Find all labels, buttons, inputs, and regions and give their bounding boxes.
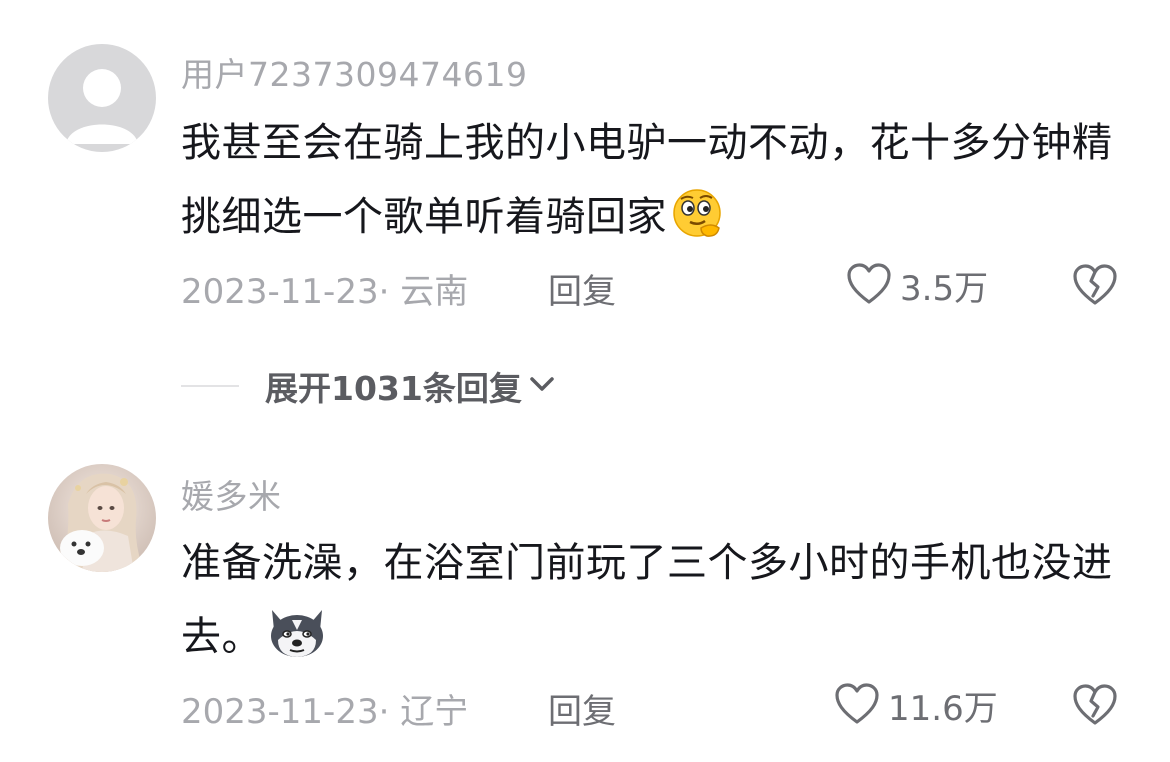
heart-outline-icon xyxy=(834,682,880,730)
comment-body: 我甚至会在骑上我的小电驴一动不动，花十多分钟精挑细选一个歌单听着骑回家 xyxy=(181,120,1113,240)
comment-username[interactable]: 媛多米 xyxy=(181,470,282,518)
like-count: 11.6万 xyxy=(888,689,998,729)
broken-heart-icon xyxy=(1072,684,1118,731)
dislike-button[interactable] xyxy=(1072,683,1118,731)
expand-replies-button[interactable]: 展开1031条回复 xyxy=(181,356,556,416)
avatar[interactable] xyxy=(48,464,156,572)
thinking-face-emoji-icon xyxy=(671,188,727,264)
comment-date-location: 2023-11-23· 辽宁 xyxy=(181,692,469,732)
dislike-button[interactable] xyxy=(1072,263,1118,311)
comment-text: 准备洗澡，在浴室门前玩了三个多小时的手机也没进去。 xyxy=(181,526,1121,684)
husky-dog-emoji-icon xyxy=(266,606,328,684)
default-avatar-icon xyxy=(48,44,156,152)
comment-item: 媛多米 准备洗澡，在浴室门前玩了三个多小时的手机也没进去。 2023-11-23… xyxy=(0,460,1170,762)
like-button[interactable]: 11.6万 xyxy=(834,681,998,730)
comment-text: 我甚至会在骑上我的小电驴一动不动，花十多分钟精挑细选一个歌单听着骑回家 xyxy=(181,106,1121,264)
divider-line xyxy=(181,385,239,387)
comment-username[interactable]: 用户7237309474619 xyxy=(181,48,527,96)
chevron-down-icon xyxy=(528,374,556,398)
profile-photo-avatar-icon xyxy=(48,464,156,572)
expand-replies-label: 展开1031条回复 xyxy=(265,369,522,408)
like-button[interactable]: 3.5万 xyxy=(846,261,988,310)
reply-button[interactable]: 回复 xyxy=(548,264,616,313)
comment-date-location: 2023-11-23· 云南 xyxy=(181,272,469,312)
like-count: 3.5万 xyxy=(900,269,989,309)
reply-button[interactable]: 回复 xyxy=(548,684,616,733)
avatar[interactable] xyxy=(48,44,156,152)
heart-outline-icon xyxy=(846,262,892,310)
broken-heart-icon xyxy=(1072,264,1118,311)
comment-item: 用户7237309474619 我甚至会在骑上我的小电驴一动不动，花十多分钟精挑… xyxy=(0,0,1170,330)
